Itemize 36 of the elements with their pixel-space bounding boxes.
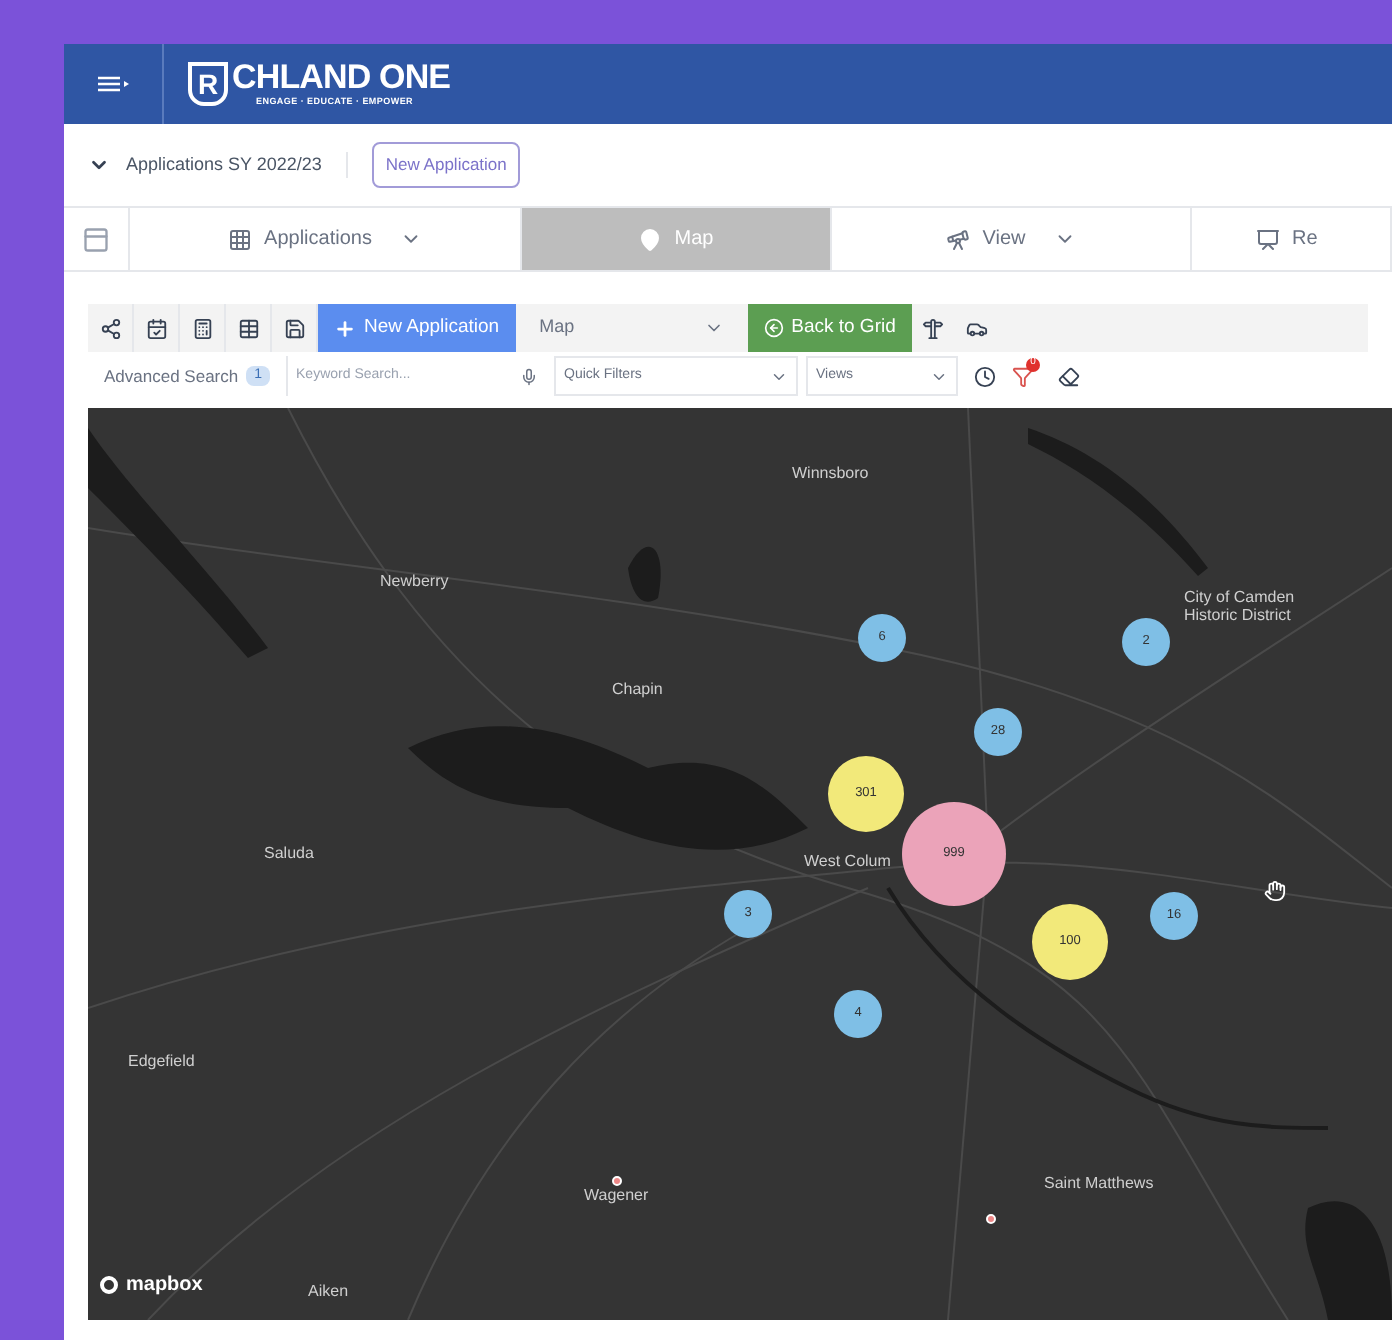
new-application-button[interactable]: New Application (371, 142, 521, 188)
clock-icon[interactable] (974, 365, 997, 387)
mapbox-logo-icon (100, 1276, 118, 1294)
back-to-grid-button[interactable]: Back to Grid (747, 304, 912, 352)
pin-icon (638, 227, 663, 251)
calendar-icon[interactable] (145, 317, 167, 339)
new-application-button[interactable]: New Application (318, 304, 516, 352)
filter-icon[interactable] (1012, 365, 1035, 387)
advanced-search-label: Advanced Search (102, 363, 239, 389)
menu-icon (97, 76, 129, 92)
calculator-icon[interactable] (191, 317, 213, 339)
logo-shield: R (188, 62, 228, 106)
place-label: Wagener (584, 1186, 649, 1204)
microphone-icon[interactable] (520, 367, 539, 385)
place-label: Winnsboro (792, 464, 869, 482)
sign-icon[interactable] (922, 317, 945, 339)
plus-icon (334, 317, 356, 339)
eraser-icon[interactable] (1058, 365, 1081, 387)
hand-cursor-icon (1264, 880, 1286, 902)
place-label: City of Camden Historic District (1184, 588, 1297, 624)
mapbox-attribution: mapbox (126, 1272, 203, 1300)
place-label: Edgefield (128, 1052, 195, 1070)
place-label: Chapin (612, 680, 663, 698)
place-label: Saluda (264, 844, 314, 862)
logo-text: CHLAND ONE (232, 60, 451, 95)
place-label: Saint Matthews (1044, 1174, 1154, 1192)
table-icon[interactable] (237, 317, 259, 339)
save-icon[interactable] (283, 317, 305, 339)
share-icon[interactable] (99, 317, 121, 339)
place-label: Aiken (308, 1282, 349, 1300)
telescope-icon (946, 227, 971, 251)
chart-board-icon (1256, 227, 1280, 251)
place-label: Newberry (380, 572, 449, 590)
grid-icon (228, 227, 253, 251)
page-title: Applications SY 2022/23 (126, 151, 348, 179)
panel-icon[interactable] (82, 225, 110, 253)
